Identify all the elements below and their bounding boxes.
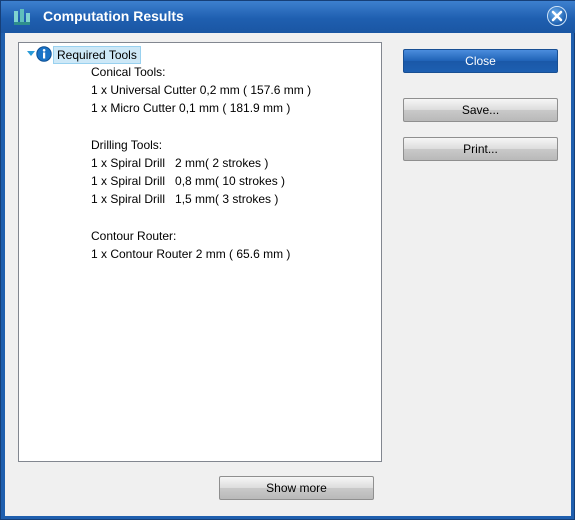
tree-line [91, 209, 311, 227]
tree-line: 1 x Micro Cutter 0,1 mm ( 181.9 mm ) [91, 101, 291, 116]
tree-line: 1 x Universal Cutter 0,2 mm ( 157.6 mm ) [91, 83, 312, 98]
info-icon [36, 46, 52, 62]
tree-line: 1 x Spiral Drill 0,8 mm( 10 strokes ) [91, 174, 286, 189]
tree-line: 1 x Spiral Drill 1,5 mm( 3 strokes ) [91, 192, 279, 207]
close-window-button[interactable] [547, 6, 567, 26]
tree-line: Drilling Tools: [91, 137, 163, 152]
expander-triangle-icon[interactable] [27, 51, 35, 56]
close-icon [551, 10, 563, 22]
results-tree[interactable]: Required Tools Conical Tools: 1 x Univer… [18, 42, 382, 462]
close-button[interactable]: Close [403, 49, 558, 73]
window-title: Computation Results [43, 8, 184, 24]
tree-line: 1 x Spiral Drill 2 mm( 2 strokes ) [91, 155, 269, 170]
tree-line: Contour Router: [91, 228, 177, 243]
tree-children: Conical Tools: 1 x Universal Cutter 0,2 … [91, 63, 311, 263]
tree-root-label[interactable]: Required Tools [53, 46, 141, 64]
tree-line [91, 118, 311, 136]
dialog-content: Required Tools Conical Tools: 1 x Univer… [5, 33, 571, 516]
tree-line: 1 x Contour Router 2 mm ( 65.6 mm ) [91, 246, 291, 261]
print-button[interactable]: Print... [403, 137, 558, 161]
save-button[interactable]: Save... [403, 98, 558, 122]
tree-line: Conical Tools: [91, 65, 166, 79]
title-bar[interactable]: Computation Results [1, 1, 575, 33]
dialog-window: Computation Results Required Tools Conic… [0, 0, 575, 520]
show-more-button[interactable]: Show more [219, 476, 374, 500]
app-icon [14, 9, 30, 25]
